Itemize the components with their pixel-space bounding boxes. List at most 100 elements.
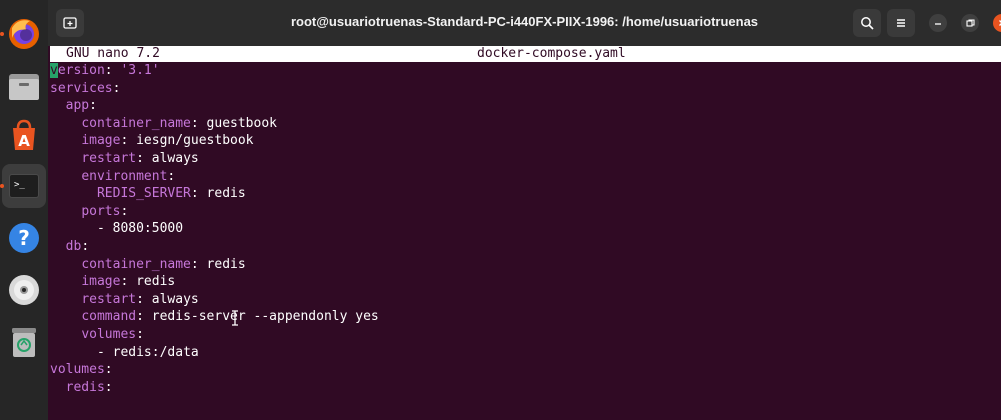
yaml-separator: : xyxy=(89,98,97,114)
nano-version: GNU nano 7.2 xyxy=(66,46,160,61)
dock-disc[interactable] xyxy=(2,268,46,312)
editor-cursor: v xyxy=(50,63,58,78)
yaml-separator: - xyxy=(96,344,113,360)
dock-trash[interactable] xyxy=(2,320,46,364)
editor-line[interactable]: volumes: xyxy=(50,326,379,344)
yaml-separator: : xyxy=(104,379,113,395)
maximize-button[interactable] xyxy=(961,14,979,32)
yaml-separator: : xyxy=(136,150,152,166)
yaml-value: always xyxy=(151,150,199,166)
dock: A >_ ? xyxy=(0,0,48,420)
svg-text:A: A xyxy=(18,132,30,150)
close-button[interactable] xyxy=(993,14,1001,32)
yaml-separator: : xyxy=(167,168,176,184)
yaml-key: restart xyxy=(81,150,137,166)
editor-line[interactable]: image: redis xyxy=(50,273,379,291)
nano-filename: docker-compose.yaml xyxy=(477,46,626,61)
yaml-value: '3.1' xyxy=(120,63,160,78)
yaml-key: volumes xyxy=(50,362,105,378)
yaml-value: 8080:5000 xyxy=(112,221,184,237)
yaml-value: redis xyxy=(136,274,176,290)
yaml-separator: : xyxy=(104,362,113,378)
yaml-separator: - xyxy=(96,221,113,237)
editor-line[interactable]: db: xyxy=(50,238,379,256)
yaml-key: services xyxy=(50,80,113,96)
yaml-value: redis:/data xyxy=(112,344,199,360)
running-indicator xyxy=(0,184,4,188)
yaml-key: command xyxy=(81,309,137,325)
editor-line[interactable]: volumes: xyxy=(50,361,379,379)
yaml-separator: : xyxy=(190,186,207,202)
yaml-separator: : xyxy=(120,133,137,149)
yaml-key: REDIS_SERVER xyxy=(96,186,191,202)
yaml-key: db xyxy=(65,238,82,254)
dock-terminal[interactable]: >_ xyxy=(2,164,46,208)
yaml-key-rest: ersion xyxy=(57,63,105,78)
yaml-key: redis xyxy=(65,379,105,395)
editor-line[interactable]: redis: xyxy=(50,379,379,397)
yaml-key: image xyxy=(81,274,121,290)
yaml-separator: : xyxy=(136,326,144,342)
yaml-separator: : xyxy=(104,63,121,78)
dock-files[interactable] xyxy=(2,64,46,108)
terminal-area[interactable]: GNU nano 7.2 docker-compose.yaml version… xyxy=(48,46,1001,420)
editor-line[interactable]: restart: always xyxy=(50,150,379,168)
editor-line[interactable]: ports: xyxy=(50,203,379,221)
editor-line[interactable]: app: xyxy=(50,97,379,115)
dock-firefox[interactable] xyxy=(2,12,46,56)
editor-line[interactable]: - redis:/data xyxy=(50,344,379,362)
yaml-key: ports xyxy=(81,203,121,219)
yaml-key: environment xyxy=(81,168,168,184)
text-cursor-icon xyxy=(231,310,239,326)
editor-line[interactable]: command: redis-server --appendonly yes xyxy=(50,308,379,326)
title-bar: root@usuariotruenas-Standard-PC-i440FX-P… xyxy=(48,0,1001,46)
minimize-button[interactable] xyxy=(929,14,947,32)
dock-help[interactable]: ? xyxy=(2,216,46,260)
yaml-value: guestbook xyxy=(206,115,277,131)
search-button[interactable] xyxy=(853,9,881,37)
yaml-key: app xyxy=(65,98,90,114)
editor-line[interactable]: container_name: redis xyxy=(50,256,379,274)
yaml-key: container_name xyxy=(81,115,191,131)
editor-line[interactable]: services: xyxy=(50,80,379,98)
menu-button[interactable] xyxy=(887,9,915,37)
yaml-separator: : xyxy=(136,291,152,307)
yaml-value: redis xyxy=(206,256,246,272)
dock-app-center[interactable]: A xyxy=(2,114,46,158)
yaml-separator: : xyxy=(190,115,207,131)
editor-line[interactable]: version: '3.1' xyxy=(50,62,379,80)
yaml-separator: : xyxy=(120,203,129,219)
editor-line[interactable]: image: iesgn/guestbook xyxy=(50,132,379,150)
editor-line[interactable]: container_name: guestbook xyxy=(50,115,379,133)
svg-text:?: ? xyxy=(18,226,30,250)
yaml-key: image xyxy=(81,133,121,149)
svg-text:>_: >_ xyxy=(14,180,25,190)
yaml-separator: : xyxy=(120,274,137,290)
editor-buffer[interactable]: version: '3.1' services: app: container_n… xyxy=(50,62,379,396)
nano-title-bar: GNU nano 7.2 docker-compose.yaml xyxy=(50,46,1001,62)
editor-line[interactable]: REDIS_SERVER: redis xyxy=(50,185,379,203)
yaml-separator: : xyxy=(136,309,152,325)
editor-line[interactable]: - 8080:5000 xyxy=(50,220,379,238)
yaml-key: restart xyxy=(81,291,137,307)
running-indicator xyxy=(0,32,4,36)
editor-line[interactable]: environment: xyxy=(50,168,379,186)
yaml-key: volumes xyxy=(81,326,137,342)
yaml-value: redis-server --appendonly yes xyxy=(151,309,379,325)
editor-line[interactable]: restart: always xyxy=(50,291,379,309)
yaml-value: iesgn/guestbook xyxy=(136,133,254,149)
